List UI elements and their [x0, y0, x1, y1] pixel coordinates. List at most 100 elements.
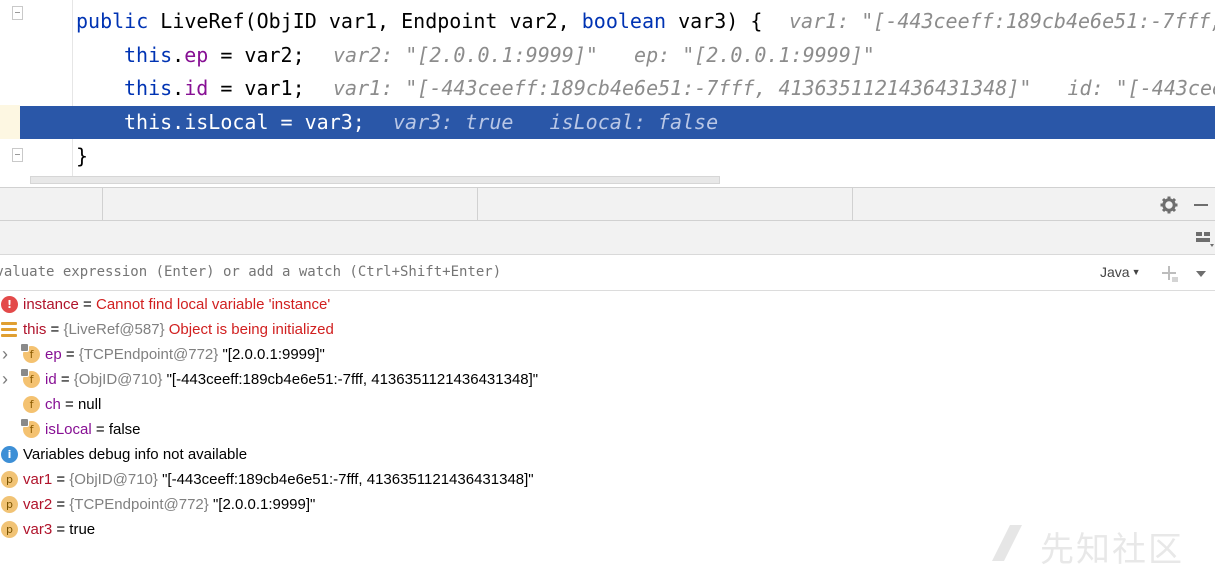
evaluate-bar: Java▼	[0, 255, 1215, 291]
add-watch-icon[interactable]	[1160, 264, 1180, 284]
code-token: isLocal	[184, 110, 269, 134]
code-editor[interactable]: public LiveRef(ObjID var1, Endpoint var2…	[0, 0, 1215, 187]
horizontal-scrollbar[interactable]	[30, 176, 720, 184]
code-token: .	[172, 110, 185, 134]
watermark-text: 先知社区	[1040, 530, 1184, 570]
parameter-icon: p	[1, 471, 18, 488]
chevron-right-icon[interactable]: ›	[2, 367, 8, 392]
debug-toolbar	[0, 221, 1215, 255]
variable-text: ch = null	[45, 392, 101, 417]
variable-name: isLocal	[45, 421, 92, 438]
code-token: public	[76, 9, 161, 33]
chevron-down-icon[interactable]	[1192, 266, 1210, 282]
variable-text: ep = {TCPEndpoint@772} "[2.0.0.1:9999]"	[45, 342, 325, 367]
language-selector[interactable]: Java ▼	[1100, 264, 1141, 280]
code-line[interactable]: }	[0, 140, 1215, 173]
variable-text: var2 = {TCPEndpoint@772} "[2.0.0.1:9999]…	[23, 492, 315, 517]
parameter-icon: p	[1, 521, 18, 538]
variable-value: Object is being initialized	[168, 321, 334, 338]
code-line-current[interactable]: this.isLocal = var3; var3: true isLocal:…	[20, 106, 1215, 139]
evaluate-expression-input[interactable]	[0, 262, 1000, 282]
variable-value: "[2.0.0.1:9999]"	[222, 346, 325, 363]
code-line[interactable]: public LiveRef(ObjID var1, Endpoint var2…	[0, 5, 1215, 38]
code-token: var3) {	[666, 9, 763, 33]
variable-row[interactable]: f ch = null	[0, 392, 1215, 417]
equals-sign: =	[91, 421, 109, 438]
info-icon: i	[1, 446, 18, 463]
tab-divider	[852, 188, 853, 221]
variable-row[interactable]: f isLocal = false	[0, 417, 1215, 442]
variable-row[interactable]: i Variables debug info not available	[0, 442, 1215, 467]
debug-tab-bar	[0, 187, 1215, 221]
field-icon: f	[20, 368, 40, 388]
variable-row[interactable]: ! instance = Cannot find local variable '…	[0, 292, 1215, 317]
variable-text: Variables debug info not available	[23, 442, 247, 467]
code-line[interactable]: this.id = var1; var1: "[-443ceeff:189cb4…	[0, 72, 1215, 105]
variable-row[interactable]: this = {LiveRef@587} Object is being ini…	[0, 317, 1215, 342]
variable-text: this = {LiveRef@587} Object is being ini…	[23, 317, 334, 342]
equals-sign: =	[52, 496, 70, 513]
variable-text: var3 = true	[23, 517, 95, 542]
code-token: LiveRef(ObjID var1, Endpoint var2,	[160, 9, 582, 33]
variable-row[interactable]: › f ep = {TCPEndpoint@772} "[2.0.0.1:9999]…	[0, 342, 1215, 367]
code-token: boolean	[581, 9, 667, 33]
equals-sign: =	[60, 396, 78, 413]
gear-icon[interactable]	[1158, 194, 1180, 216]
variable-text: isLocal = false	[45, 417, 141, 442]
code-token: .	[172, 43, 185, 67]
code-token: = var2;	[208, 43, 305, 67]
variable-name: id	[45, 371, 57, 388]
variable-text: id = {ObjID@710} "[-443ceeff:189cb4e6e51…	[45, 367, 538, 392]
tab-divider	[477, 188, 478, 221]
variable-name: Variables debug info not available	[23, 446, 248, 463]
code-token: = var1;	[208, 76, 305, 100]
chevron-down-icon: ▼	[1131, 267, 1141, 277]
code-token: }	[76, 144, 89, 168]
equals-sign: =	[61, 346, 79, 363]
chevron-right-icon[interactable]: ›	[2, 342, 8, 367]
variable-name: ch	[45, 396, 61, 413]
code-token: this	[124, 110, 173, 134]
variable-row[interactable]: p var2 = {TCPEndpoint@772} "[2.0.0.1:9999…	[0, 492, 1215, 517]
inline-debug-hint: var1: "[-443ceeff:189cb4e6e51:-7fff, 413…	[789, 9, 1215, 33]
variable-row[interactable]: p var1 = {ObjID@710} "[-443ceeff:189cb4e6…	[0, 467, 1215, 492]
variable-value: true	[69, 521, 96, 538]
code-text: this.isLocal = var3;	[124, 106, 365, 139]
code-text: this.ep = var2;	[124, 39, 305, 72]
code-token: this	[124, 76, 173, 100]
variable-type: {TCPEndpoint@772}	[78, 346, 223, 363]
code-token: = var3;	[268, 110, 365, 134]
field-icon: f	[20, 343, 40, 363]
lock-icon	[20, 343, 29, 352]
variable-text: instance = Cannot find local variable 'i…	[23, 292, 330, 317]
parameter-icon: p	[1, 496, 18, 513]
variable-name: ep	[45, 346, 62, 363]
variable-value: false	[108, 421, 141, 438]
variable-row[interactable]: p var3 = true	[0, 517, 1215, 542]
variables-tree[interactable]: ! instance = Cannot find local variable '…	[0, 292, 1215, 575]
layout-icon[interactable]	[1194, 229, 1215, 249]
variable-value: "[2.0.0.1:9999]"	[212, 496, 316, 513]
variable-name: instance	[23, 296, 79, 313]
variable-value: "[-443ceeff:189cb4e6e51:-7fff, 413635112…	[166, 371, 539, 388]
equals-sign: =	[52, 471, 70, 488]
variable-name: var3	[23, 521, 53, 538]
code-token: .	[172, 76, 185, 100]
object-icon	[1, 322, 17, 337]
minus-icon[interactable]	[1190, 194, 1212, 216]
variable-type: {ObjID@710}	[73, 371, 167, 388]
language-label: Java	[1100, 264, 1130, 280]
tab-divider	[102, 188, 103, 221]
code-text: this.id = var1;	[124, 72, 305, 105]
equals-sign: =	[56, 371, 74, 388]
variable-value: null	[77, 396, 102, 413]
code-token: this	[124, 43, 173, 67]
field-icon: f	[20, 418, 40, 438]
variable-type: {TCPEndpoint@772}	[69, 496, 213, 513]
variable-text: var1 = {ObjID@710} "[-443ceeff:189cb4e6e…	[23, 467, 534, 492]
lock-icon	[20, 368, 29, 377]
variable-row[interactable]: › f id = {ObjID@710} "[-443ceeff:189cb4e6e…	[0, 367, 1215, 392]
code-text: }	[76, 140, 88, 173]
equals-sign: =	[78, 296, 96, 313]
code-line[interactable]: this.ep = var2; var2: "[2.0.0.1:9999]" e…	[0, 39, 1215, 72]
